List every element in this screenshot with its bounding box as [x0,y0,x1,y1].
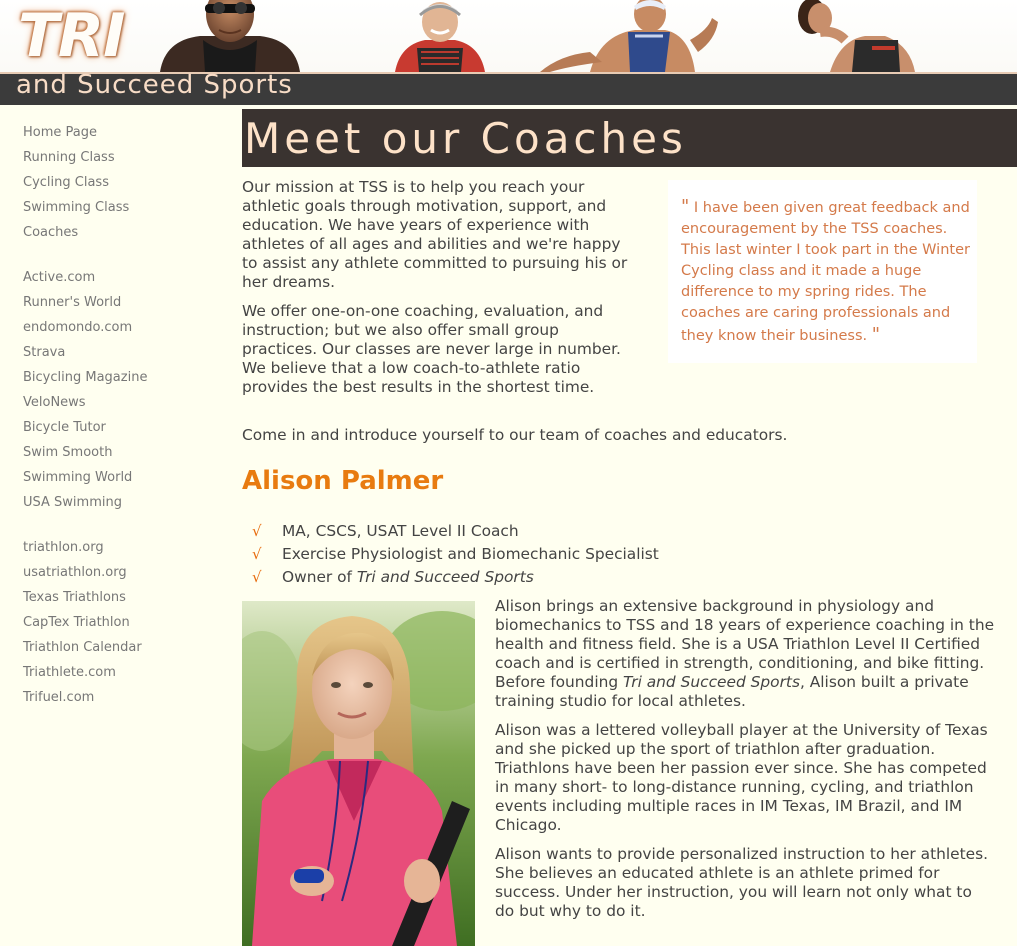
coach-photo [242,601,475,946]
sidebar-link[interactable]: Texas Triathlons [23,590,126,605]
check-icon: √ [252,568,262,586]
sidebar-link[interactable]: Swimming World [23,470,132,485]
credential-item: √ Exercise Physiologist and Biomechanic S… [252,543,659,566]
sidebar-item: CapTex Triathlon [23,614,223,639]
sidebar-link[interactable]: USA Swimming [23,495,122,510]
open-quote-mark: " [681,196,690,217]
sidebar-link[interactable]: Strava [23,345,65,360]
bio-paragraph-3: Alison wants to provide personalized ins… [495,845,989,920]
credential-text: MA, CSCS, USAT Level II Coach [282,522,519,540]
credential-item: √ Owner of Tri and Succeed Sports [252,566,659,589]
sidebar-link[interactable]: Bicycle Tutor [23,420,106,435]
bio-paragraph-2: Alison was a lettered volleyball player … [495,721,988,834]
sidebar-item: Triathlete.com [23,664,223,689]
sidebar-item: Runner's World [23,294,223,319]
credential-text: Exercise Physiologist and Biomechanic Sp… [282,545,659,563]
sidebar-item: usatriathlon.org [23,564,223,589]
sidebar-link[interactable]: CapTex Triathlon [23,615,130,630]
sidebar-link[interactable]: triathlon.org [23,540,104,555]
sidebar-item: Texas Triathlons [23,589,223,614]
sidebar-item: Swim Smooth [23,444,223,469]
sidebar-link[interactable]: Running Class [23,150,115,165]
testimonial-quote: " I have been given great feedback and e… [681,196,971,347]
intro-paragraph-1: Our mission at TSS is to help you reach … [242,178,628,291]
sidebar-item: endomondo.com [23,319,223,344]
banner-athletes-image: TRI [0,0,1017,72]
sidebar-nav: Home Page Running Class Cycling Class Swimm… [23,124,223,734]
site-name[interactable]: and Succeed Sports [16,70,293,100]
sidebar-link[interactable]: Triathlon Calendar [23,640,142,655]
sidebar-item: Home Page [23,124,223,149]
sidebar-item: Trifuel.com [23,689,223,714]
sidebar-item: Swimming Class [23,199,223,224]
site-header: TRI and Succeed Sports [0,0,1017,105]
cyclist-athlete-image [395,2,485,72]
sidebar-item: triathlon.org [23,539,223,564]
sidebar-link[interactable]: Cycling Class [23,175,109,190]
credential-text: Owner of [282,568,357,586]
sidebar-link[interactable]: Active.com [23,270,95,285]
bio-paragraph-1: Alison brings an extensive background in… [495,597,995,711]
bio-business-name: Tri and Succeed Sports [623,673,800,691]
sidebar-link[interactable]: Home Page [23,125,97,140]
sidebar-link[interactable]: endomondo.com [23,320,132,335]
sidebar-link[interactable]: Swimming Class [23,200,129,215]
close-quote-mark: " [871,324,881,345]
sidebar-link[interactable]: Runner's World [23,295,121,310]
sidebar-item: Active.com [23,269,223,294]
credentials-list: √ MA, CSCS, USAT Level II Coach √ Exercise… [252,520,659,589]
page-title: Meet our Coaches [244,114,687,163]
sidebar-item: Running Class [23,149,223,174]
testimonial-text: I have been given great feedback and enc… [681,200,970,344]
nav-group: Home Page Running Class Cycling Class Swimm… [23,124,223,249]
sidebar-link[interactable]: VeloNews [23,395,86,410]
check-icon: √ [252,522,262,540]
runner-athlete-image [540,0,718,72]
sidebar-item: Coaches [23,224,223,249]
intro-paragraph-2: We offer one-on-one coaching, evaluation… [242,302,621,396]
sidebar-link[interactable]: usatriathlon.org [23,565,127,580]
sidebar-item: VeloNews [23,394,223,419]
swimmer-athlete-image [160,0,300,72]
sidebar-item: Triathlon Calendar [23,639,223,664]
coach-name: Alison Palmer [242,466,444,496]
credential-business-name: Tri and Succeed Sports [356,568,534,586]
nav-group: triathlon.org usatriathlon.org Texas Triat… [23,539,223,714]
tri-logo[interactable]: TRI [18,4,125,68]
sidebar-link[interactable]: Triathlete.com [23,665,116,680]
sidebar-link[interactable]: Swim Smooth [23,445,112,460]
woman-runner-athlete-image [798,0,915,72]
credential-item: √ MA, CSCS, USAT Level II Coach [252,520,659,543]
check-icon: √ [252,545,262,563]
sidebar-item: Cycling Class [23,174,223,199]
sidebar-link[interactable]: Trifuel.com [23,690,94,705]
sidebar-item: Bicycle Tutor [23,419,223,444]
sidebar-item: Strava [23,344,223,369]
intro-paragraph-3: Come in and introduce yourself to our te… [242,426,788,444]
sidebar-link[interactable]: Bicycling Magazine [23,370,147,385]
nav-group: Active.com Runner's World endomondo.com Str… [23,269,223,519]
sidebar-item: USA Swimming [23,494,223,519]
sidebar-item: Bicycling Magazine [23,369,223,394]
sidebar-item: Swimming World [23,469,223,494]
sidebar-link[interactable]: Coaches [23,225,78,240]
